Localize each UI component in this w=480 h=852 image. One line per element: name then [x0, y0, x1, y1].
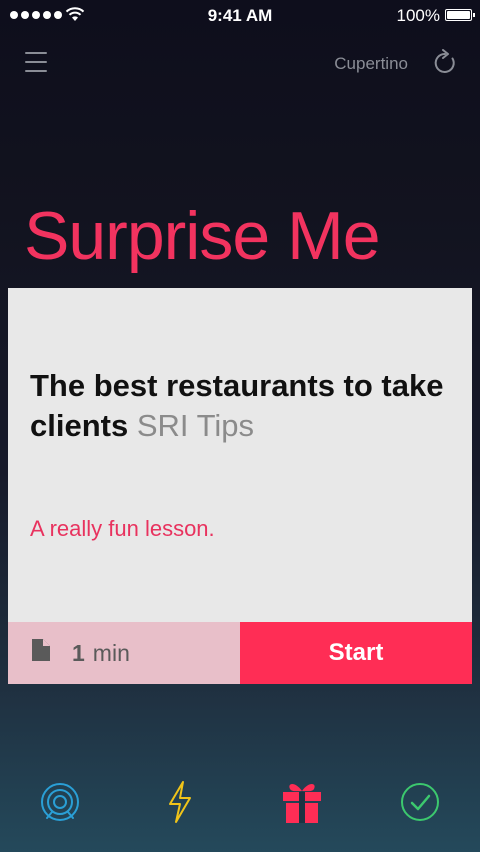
- start-button[interactable]: Start: [240, 622, 472, 684]
- lesson-duration: 1 min: [8, 622, 240, 684]
- lesson-card-footer: 1 min Start: [8, 622, 472, 684]
- tab-check[interactable]: [396, 780, 444, 828]
- lightning-icon: [165, 780, 195, 829]
- document-icon: [32, 639, 50, 667]
- hamburger-menu-icon[interactable]: [25, 52, 47, 72]
- lesson-description: A really fun lesson.: [30, 516, 215, 541]
- tab-bar: [0, 772, 480, 832]
- refresh-icon[interactable]: [432, 49, 458, 82]
- lesson-title-block: The best restaurants to take clients SRI…: [30, 366, 450, 446]
- lesson-source: SRI Tips: [136, 408, 254, 443]
- location-label: Cupertino: [334, 54, 408, 73]
- check-circle-icon: [400, 782, 440, 827]
- tab-lightning[interactable]: [156, 780, 204, 828]
- battery-percentage: 100%: [396, 6, 440, 25]
- battery-icon: [445, 9, 475, 21]
- duration-value: 1: [72, 639, 85, 666]
- page-title: Surprise Me: [24, 198, 381, 274]
- tab-target[interactable]: [36, 780, 84, 828]
- status-bar: 9:41 AM 100%: [0, 0, 480, 32]
- gift-icon: [279, 779, 325, 830]
- duration-unit: min: [92, 639, 130, 666]
- lesson-card[interactable]: The best restaurants to take clients SRI…: [8, 288, 472, 684]
- target-icon: [40, 782, 80, 827]
- tab-gift[interactable]: [278, 780, 326, 828]
